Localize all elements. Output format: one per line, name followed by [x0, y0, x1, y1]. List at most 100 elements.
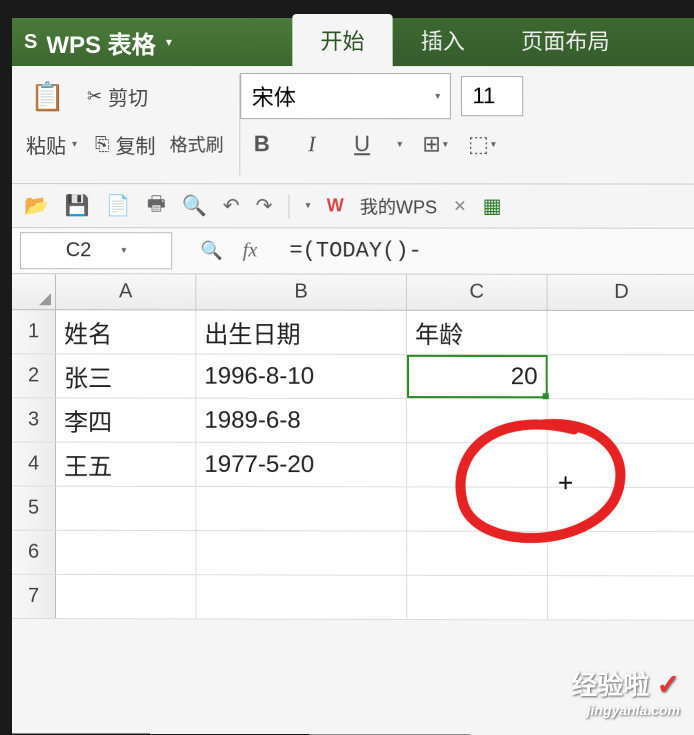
table-row: 3 李四 1989-6-8 [12, 398, 694, 443]
chevron-down-icon[interactable]: ▾ [306, 200, 311, 211]
cell[interactable]: 姓名 [56, 310, 196, 353]
pdf-icon[interactable]: 📄 [106, 193, 131, 218]
cell[interactable]: 张三 [56, 354, 196, 397]
row-header-1[interactable]: 1 [12, 310, 56, 353]
row-header-7[interactable]: 7 [12, 575, 56, 618]
font-size-select[interactable]: 11 [461, 76, 523, 116]
tab-insert[interactable]: 插入 [393, 14, 493, 66]
row-header-4[interactable]: 4 [12, 442, 56, 485]
open-icon[interactable]: 📂 [24, 193, 49, 218]
cell[interactable] [407, 532, 548, 576]
cell[interactable]: 1996-8-10 [196, 355, 407, 398]
print-icon[interactable]: 🖶 [147, 189, 166, 223]
cell[interactable] [56, 531, 196, 574]
cell[interactable] [548, 399, 694, 442]
column-header-b[interactable]: B [196, 274, 407, 309]
format-painter-label: 格式刷 [170, 131, 224, 157]
cell[interactable] [196, 487, 407, 531]
my-wps-button[interactable]: 我的WPS [360, 193, 437, 219]
bold-button[interactable]: B [247, 131, 277, 157]
font-select[interactable]: 宋体 ▾ [241, 73, 452, 119]
column-headers: A B C D [12, 274, 694, 311]
cell[interactable] [548, 576, 694, 620]
formula-input[interactable]: =(TODAY()- [277, 232, 694, 270]
cut-label: 剪切 [108, 82, 148, 111]
cell[interactable] [548, 355, 694, 398]
paste-button[interactable]: 📋 [22, 76, 73, 117]
ribbon: 📋 ✂ 剪切 粘贴 ▾ ⎘ 复制 格式刷 [12, 66, 694, 185]
fill-button[interactable]: ⬚▾ [468, 131, 496, 157]
paste-label: 粘贴 [26, 130, 66, 159]
undo-icon[interactable]: ↶ [223, 193, 240, 218]
copy-label: 复制 [116, 130, 156, 159]
cell[interactable] [407, 576, 548, 620]
table-row: 5 [12, 487, 694, 533]
chevron-down-icon: ▾ [72, 139, 77, 150]
chevron-down-icon[interactable]: ▾ [166, 35, 172, 49]
tab-start[interactable]: 开始 [292, 14, 392, 66]
cell[interactable]: 1989-6-8 [196, 399, 407, 443]
close-icon[interactable]: ✕ [453, 196, 466, 216]
cell[interactable] [548, 443, 694, 487]
cell[interactable] [56, 487, 196, 530]
spreadsheet-grid[interactable]: A B C D 1 姓名 出生日期 年龄 2 张三 1996-8-10 20 3… [12, 274, 694, 621]
tab-layout[interactable]: 页面布局 [493, 14, 638, 66]
formula-bar: C2 ▾ 🔍 fx =(TODAY()- [12, 228, 694, 275]
watermark-url: jingyanla.com [571, 702, 680, 718]
cell[interactable] [196, 575, 407, 619]
excel-icon[interactable]: ▦ [483, 193, 502, 218]
name-box[interactable]: C2 ▾ [20, 232, 172, 269]
cell[interactable]: 1977-5-20 [196, 443, 407, 487]
font-name: 宋体 [252, 80, 296, 112]
underline-button[interactable]: U [347, 131, 377, 157]
cell[interactable]: 李四 [56, 398, 196, 441]
app-title: WPS 表格 [46, 25, 155, 60]
cell[interactable]: 年龄 [407, 311, 548, 354]
row-header-5[interactable]: 5 [12, 487, 56, 530]
table-row: 7 [12, 575, 694, 621]
cell[interactable] [407, 443, 548, 486]
column-header-a[interactable]: A [56, 274, 196, 309]
preview-icon[interactable]: 🔍 [182, 193, 207, 218]
cut-button[interactable]: ✂ 剪切 [83, 80, 152, 113]
watermark-text: 经验啦 [571, 670, 649, 700]
paste-label-button[interactable]: 粘贴 ▾ [22, 128, 81, 161]
table-row: 6 [12, 531, 694, 577]
format-painter-button[interactable]: 格式刷 [170, 131, 224, 157]
zoom-icon[interactable]: 🔍 [200, 240, 222, 261]
italic-button[interactable]: I [297, 131, 327, 157]
save-icon[interactable]: 💾 [65, 193, 90, 218]
column-header-c[interactable]: C [407, 275, 548, 310]
wps-logo-icon: W [327, 195, 344, 216]
table-row: 4 王五 1977-5-20 [12, 442, 694, 488]
cell[interactable]: 出生日期 [196, 310, 407, 353]
column-header-d[interactable]: D [548, 275, 694, 310]
cell[interactable] [407, 487, 548, 530]
cell[interactable] [548, 311, 694, 354]
cell[interactable] [196, 531, 407, 575]
select-all-corner[interactable] [12, 274, 56, 309]
row-header-3[interactable]: 3 [12, 398, 56, 441]
copy-button[interactable]: ⎘ 复制 [91, 128, 160, 161]
table-row: 1 姓名 出生日期 年龄 [12, 310, 694, 355]
cell[interactable]: 王五 [56, 443, 196, 486]
checkmark-icon: ✓ [657, 669, 680, 700]
fx-button[interactable]: fx [243, 239, 257, 262]
cell[interactable] [548, 488, 694, 532]
chevron-down-icon: ▾ [435, 91, 440, 102]
table-row: 2 张三 1996-8-10 20 [12, 354, 694, 399]
row-header-2[interactable]: 2 [12, 354, 56, 397]
separator [288, 194, 289, 218]
clipboard-icon: 📋 [30, 80, 65, 113]
ribbon-tabs: 开始 插入 页面布局 [292, 18, 694, 66]
title-bar: S WPS 表格 ▾ [12, 18, 292, 66]
selected-cell[interactable]: 20 [407, 355, 548, 398]
cell[interactable] [548, 532, 694, 576]
redo-icon[interactable]: ↷ [256, 193, 273, 218]
cell[interactable] [56, 575, 196, 619]
cell[interactable] [407, 399, 548, 442]
row-header-6[interactable]: 6 [12, 531, 56, 574]
scissors-icon: ✂ [87, 86, 102, 107]
border-button[interactable]: ⊞▾ [422, 131, 448, 157]
chevron-down-icon[interactable]: ▾ [397, 139, 402, 150]
